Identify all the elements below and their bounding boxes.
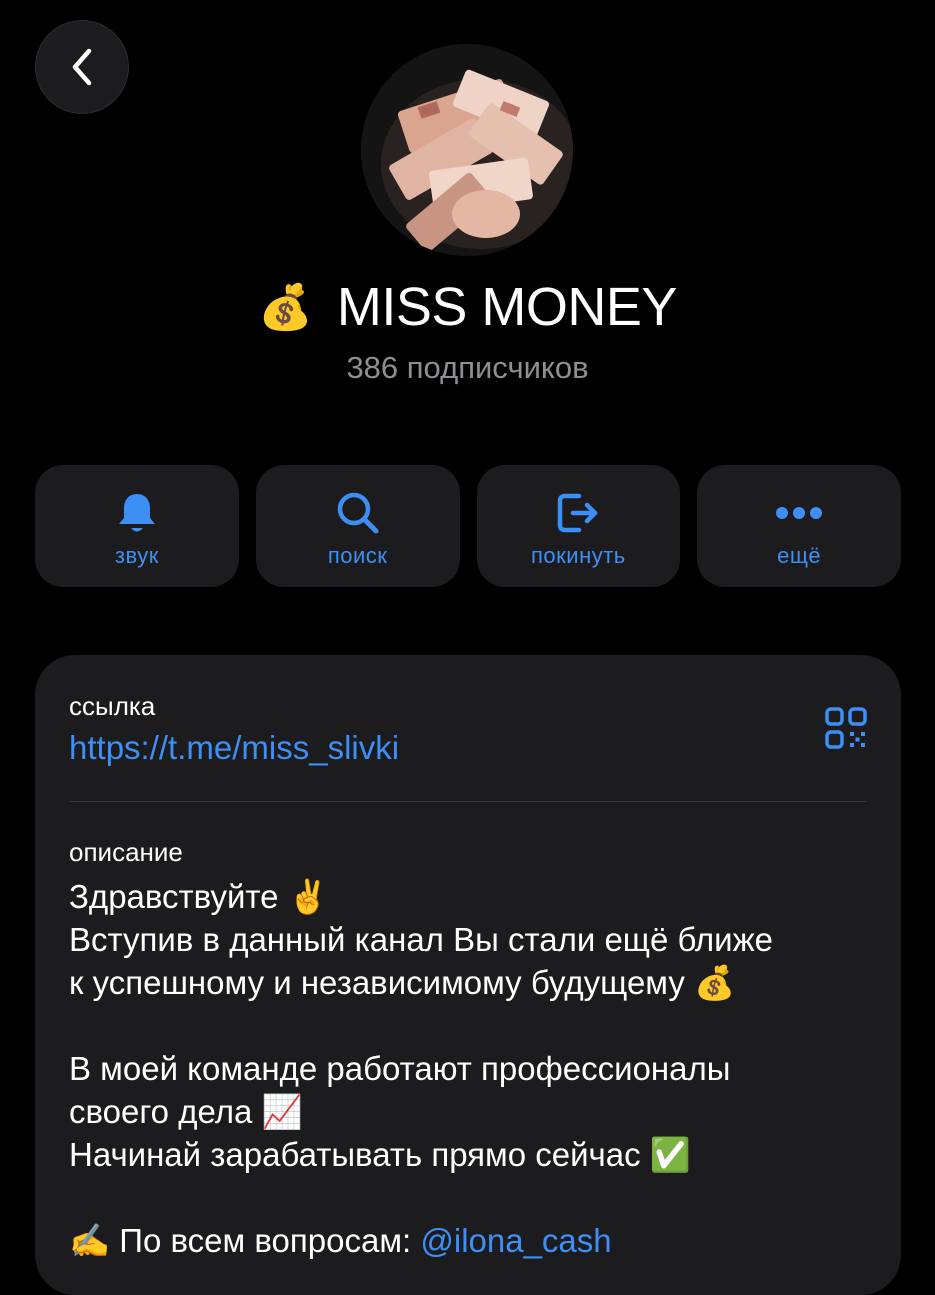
channel-description: Здравствуйте ✌️ Вступив в данный канал В… xyxy=(69,875,869,1262)
more-icon xyxy=(776,507,823,519)
channel-link[interactable]: https://t.me/miss_slivki xyxy=(69,729,399,767)
search-icon xyxy=(337,492,379,534)
contact-mention-link[interactable]: @ilona_cash xyxy=(420,1222,611,1259)
check-mark-emoji: ✅ xyxy=(649,1135,691,1174)
channel-info-card: ссылка https://t.me/miss_slivki описание… xyxy=(35,655,901,1295)
desc-line-5: своего дела xyxy=(69,1093,253,1130)
divider xyxy=(69,801,867,802)
desc-line-7: По всем вопросам: xyxy=(119,1222,412,1259)
qr-code-icon[interactable] xyxy=(825,707,867,749)
writing-hand-emoji: ✍️ xyxy=(69,1221,111,1260)
leave-label: покинуть xyxy=(531,543,626,568)
action-bar: звук поиск покинуть ещё xyxy=(35,465,901,587)
subscriber-count: 386 подписчиков xyxy=(346,350,589,385)
channel-avatar[interactable] xyxy=(361,44,573,256)
bell-icon xyxy=(118,494,155,532)
search-label: поиск xyxy=(327,543,388,568)
desc-line-1: Здравствуйте xyxy=(69,878,279,915)
sound-button[interactable]: звук xyxy=(35,465,239,587)
desc-line-3: к успешному и независимому будущему xyxy=(69,964,685,1001)
more-button[interactable]: ещё xyxy=(697,465,901,587)
back-button[interactable] xyxy=(35,20,129,114)
sound-label: звук xyxy=(114,543,159,568)
description-label: описание xyxy=(69,837,183,867)
leave-button[interactable]: покинуть xyxy=(476,465,681,587)
link-label: ссылка xyxy=(69,691,156,721)
chart-increasing-emoji: 📈 xyxy=(261,1092,303,1131)
desc-line-2: Вступив в данный канал Вы стали ещё ближ… xyxy=(69,921,774,958)
leave-icon xyxy=(558,493,598,533)
victory-hand-emoji: ✌️ xyxy=(287,877,329,916)
more-label: ещё xyxy=(777,543,822,568)
money-photo xyxy=(361,44,573,256)
money-bag-emoji: 💰 xyxy=(258,282,313,333)
chevron-left-icon xyxy=(72,48,92,86)
desc-line-4: В моей команде работают профессионалы xyxy=(69,1050,731,1087)
money-bag-emoji: 💰 xyxy=(694,963,736,1002)
search-button[interactable]: поиск xyxy=(255,465,460,587)
channel-title: MISS MONEY xyxy=(336,277,678,337)
desc-line-6: Начинай зарабатывать прямо сейчас xyxy=(69,1136,641,1173)
